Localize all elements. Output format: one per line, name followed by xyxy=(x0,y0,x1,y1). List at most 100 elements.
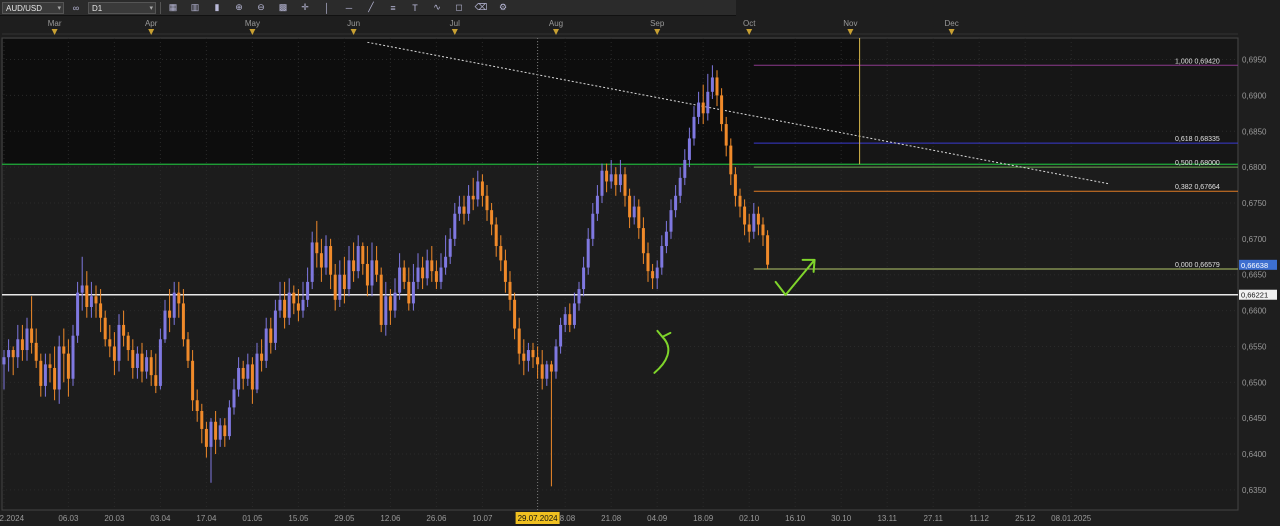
x-tick-label: 04.09 xyxy=(647,514,668,523)
candle-body xyxy=(20,339,24,351)
candle-body xyxy=(232,389,236,408)
vertical-line-icon[interactable]: │ xyxy=(319,2,335,14)
zoom-in-icon[interactable]: ⊕ xyxy=(231,2,247,14)
x-tick-label: 18.09 xyxy=(693,514,714,523)
candle-body xyxy=(241,367,245,379)
candle-body xyxy=(158,339,162,386)
candle-body xyxy=(352,260,356,272)
x-tick-label: 16.10 xyxy=(785,514,806,523)
candle-body xyxy=(430,260,434,272)
month-label: Sep xyxy=(650,19,665,28)
candle-body xyxy=(324,246,328,268)
candle-body xyxy=(200,411,204,429)
grid-icon[interactable]: ▩ xyxy=(275,2,291,14)
zoom-out-icon[interactable]: ⊖ xyxy=(253,2,269,14)
candle-body xyxy=(494,224,498,247)
crosshair-date-label: 29.07.2024 xyxy=(518,514,559,523)
candle-body xyxy=(57,346,61,390)
candle-body xyxy=(439,267,443,282)
candle-body xyxy=(375,260,379,275)
eraser-icon[interactable]: ⌫ xyxy=(473,2,489,14)
candle-body xyxy=(476,181,480,200)
chart-type-icon[interactable]: ▦ xyxy=(165,2,181,14)
x-tick-label: 08.01.2025 xyxy=(1051,514,1092,523)
symbol-select[interactable]: AUD/USD ▾ xyxy=(2,1,64,14)
link-icon[interactable]: ∞ xyxy=(68,2,84,14)
candle-body xyxy=(706,91,710,114)
candle-body xyxy=(122,324,126,336)
candle-body xyxy=(361,246,365,264)
candle-body xyxy=(39,360,43,386)
candle-body xyxy=(628,195,632,218)
x-tick-label: 20.03 xyxy=(104,514,125,523)
timeframe-label: D1 xyxy=(92,3,103,13)
bar-chart-icon[interactable]: ▥ xyxy=(187,2,203,14)
x-tick-label: 21.08 xyxy=(601,514,622,523)
candlestick-icon[interactable]: ▮ xyxy=(209,2,225,14)
text-icon[interactable]: T xyxy=(407,2,423,14)
candle-body xyxy=(637,206,641,229)
candle-body xyxy=(752,213,756,232)
crosshair-icon[interactable]: ✛ xyxy=(297,2,313,14)
y-tick-label: 0,6550 xyxy=(1242,342,1267,351)
y-tick-label: 0,6750 xyxy=(1242,199,1267,208)
candle-body xyxy=(94,296,98,304)
fibonacci-icon[interactable]: ≡ xyxy=(385,2,401,14)
symbol-label: AUD/USD xyxy=(6,3,43,13)
timeframe-select[interactable]: D1 ▾ xyxy=(88,1,156,14)
candle-body xyxy=(660,246,664,268)
month-label: Jun xyxy=(347,19,360,28)
candle-body xyxy=(393,292,397,311)
candle-body xyxy=(149,357,153,376)
month-label: Apr xyxy=(145,19,158,28)
candle-body xyxy=(554,346,558,372)
y-tick-label: 0,6600 xyxy=(1242,307,1267,316)
x-tick-label: 17.04 xyxy=(196,514,217,523)
candle-body xyxy=(319,253,323,268)
candle-body xyxy=(287,292,291,318)
candle-body xyxy=(444,256,448,268)
candle-body xyxy=(766,235,770,265)
candle-body xyxy=(480,181,484,196)
candle-body xyxy=(71,335,75,379)
candle-body xyxy=(209,421,213,447)
candle-body xyxy=(333,274,337,300)
x-tick-label: 29.05 xyxy=(334,514,355,523)
trendline-icon[interactable]: ╱ xyxy=(363,2,379,14)
candle-body xyxy=(296,303,300,311)
current-price-label: 0,66638 xyxy=(1241,261,1268,270)
candle-body xyxy=(30,328,34,343)
candle-body xyxy=(89,296,93,307)
horizontal-line-icon[interactable]: ─ xyxy=(341,2,357,14)
candle-body xyxy=(490,210,494,225)
fibonacci-level-label: 0,000 0,66579 xyxy=(1175,262,1220,269)
candle-body xyxy=(724,124,728,146)
indicator-icon[interactable]: ∿ xyxy=(429,2,445,14)
candle-body xyxy=(407,281,411,304)
y-tick-label: 0,6700 xyxy=(1242,235,1267,244)
candle-body xyxy=(710,77,714,92)
x-tick-label: 26.06 xyxy=(426,514,447,523)
settings-icon[interactable]: ⚙ xyxy=(495,2,511,14)
x-tick-label: 10.07 xyxy=(472,514,493,523)
candle-body xyxy=(43,364,47,386)
candle-body xyxy=(664,231,668,247)
candle-body xyxy=(577,289,581,304)
candle-body xyxy=(508,281,512,300)
x-tick-label: 03.04 xyxy=(150,514,171,523)
shape-icon[interactable]: ◻ xyxy=(451,2,467,14)
candle-body xyxy=(503,260,507,282)
candle-body xyxy=(572,303,576,325)
candle-body xyxy=(499,246,503,261)
price-chart[interactable]: 0,6950 0,6900 0,6850 0,6800 0,6750 0,6700 0,66… xyxy=(0,16,1280,526)
candle-body xyxy=(218,425,222,440)
candle-body xyxy=(16,339,20,358)
x-tick-label: 01.05 xyxy=(242,514,263,523)
candle-body xyxy=(595,195,599,214)
candle-body xyxy=(11,350,15,358)
month-label: Jul xyxy=(450,19,460,28)
x-tick-label: 25.12 xyxy=(1015,514,1036,523)
candle-body xyxy=(283,299,287,318)
candle-body xyxy=(678,177,682,196)
candle-body xyxy=(103,317,107,340)
